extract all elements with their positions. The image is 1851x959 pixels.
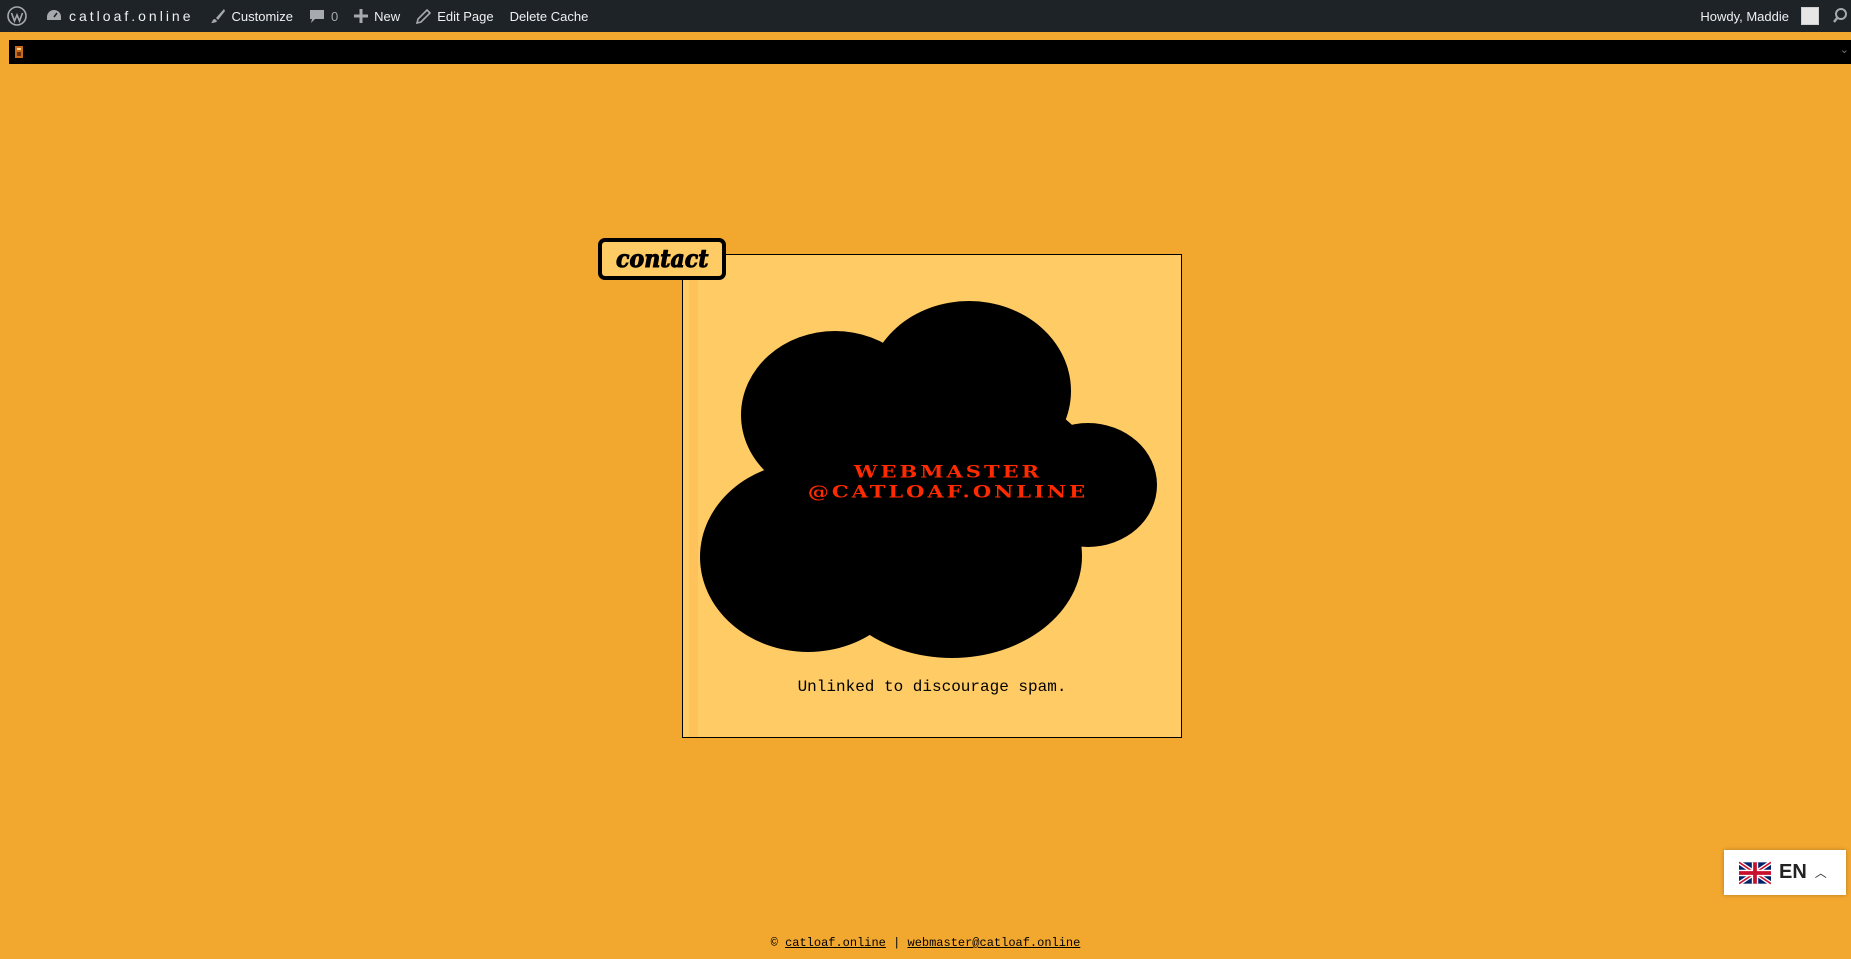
uk-flag-icon bbox=[1739, 860, 1771, 885]
footer: © catloaf.online | webmaster@catloaf.onl… bbox=[0, 936, 1851, 950]
adminbar-right: Howdy, Maddie bbox=[1692, 0, 1851, 32]
footer-site-link[interactable]: catloaf.online bbox=[785, 936, 886, 950]
site-name: catloaf.online bbox=[69, 8, 194, 24]
customize-link[interactable]: Customize bbox=[202, 0, 301, 32]
new-content-link[interactable]: New bbox=[346, 0, 408, 32]
wordpress-icon bbox=[7, 6, 27, 26]
edit-page-link[interactable]: Edit Page bbox=[408, 0, 501, 32]
contact-tab: contact bbox=[598, 238, 726, 280]
email-text: WEBMASTER @CATLOAF.ONLINE bbox=[758, 462, 1138, 503]
brush-icon bbox=[210, 9, 225, 23]
marquee-bar: ⌄ bbox=[9, 40, 1851, 64]
pencil-icon bbox=[416, 8, 432, 24]
footer-email-link[interactable]: webmaster@catloaf.online bbox=[908, 936, 1081, 950]
chevron-down-icon[interactable]: ⌄ bbox=[1840, 43, 1849, 56]
search-button[interactable] bbox=[1827, 0, 1851, 32]
comment-icon bbox=[309, 10, 324, 23]
site-name-link[interactable]: catloaf.online bbox=[37, 0, 202, 32]
language-switcher[interactable]: EN ︿ bbox=[1724, 850, 1846, 895]
edit-page-label: Edit Page bbox=[437, 8, 494, 24]
cat-loaf-icon bbox=[15, 46, 23, 58]
customize-label: Customize bbox=[231, 8, 293, 24]
wordpress-logo-button[interactable] bbox=[0, 0, 37, 32]
admin-bar: catloaf.online Customize 0 New Edit Page… bbox=[0, 0, 1851, 32]
plus-icon bbox=[354, 9, 369, 23]
email-line-1: WEBMASTER bbox=[853, 461, 1043, 482]
new-label: New bbox=[374, 8, 401, 24]
tab-label: contact bbox=[615, 244, 709, 273]
language-code: EN bbox=[1779, 861, 1807, 883]
delete-cache-label: Delete Cache bbox=[509, 8, 589, 24]
avatar bbox=[1801, 7, 1819, 25]
comments-link[interactable]: 0 bbox=[301, 0, 346, 32]
dashboard-icon bbox=[47, 10, 61, 20]
email-line-2: @CATLOAF.ONLINE bbox=[807, 482, 1089, 502]
copyright-symbol: © bbox=[770, 936, 778, 950]
howdy-label: Howdy, Maddie bbox=[1700, 8, 1789, 24]
footer-separator: | bbox=[893, 936, 901, 950]
search-icon bbox=[1833, 8, 1847, 23]
delete-cache-link[interactable]: Delete Cache bbox=[502, 0, 597, 32]
my-account-link[interactable]: Howdy, Maddie bbox=[1692, 0, 1827, 32]
spam-caption: Unlinked to discourage spam. bbox=[797, 678, 1067, 696]
chevron-up-icon: ︿ bbox=[1814, 866, 1827, 880]
comments-count: 0 bbox=[330, 8, 339, 24]
